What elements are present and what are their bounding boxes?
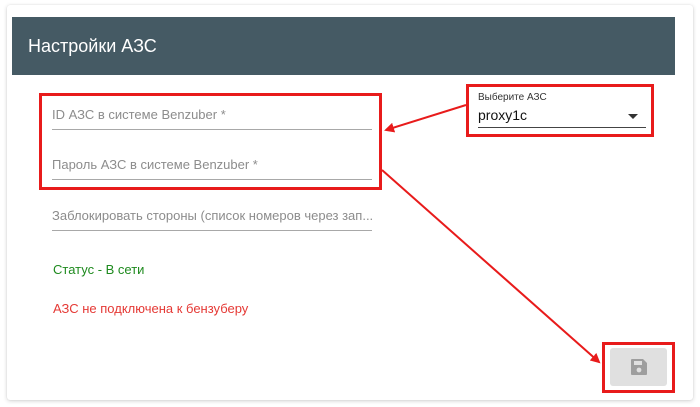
page-title: Настройки АЗС xyxy=(12,17,675,75)
save-highlight-box xyxy=(602,342,675,393)
select-highlight-box xyxy=(466,84,654,137)
blocked-sides-input[interactable]: Заблокировать стороны (список номеров че… xyxy=(52,206,372,231)
fields-highlight-box xyxy=(39,93,382,190)
status-online-text: Статус - В сети xyxy=(53,262,145,277)
status-not-connected-text: АЗС не подключена к бензуберу xyxy=(53,301,249,316)
